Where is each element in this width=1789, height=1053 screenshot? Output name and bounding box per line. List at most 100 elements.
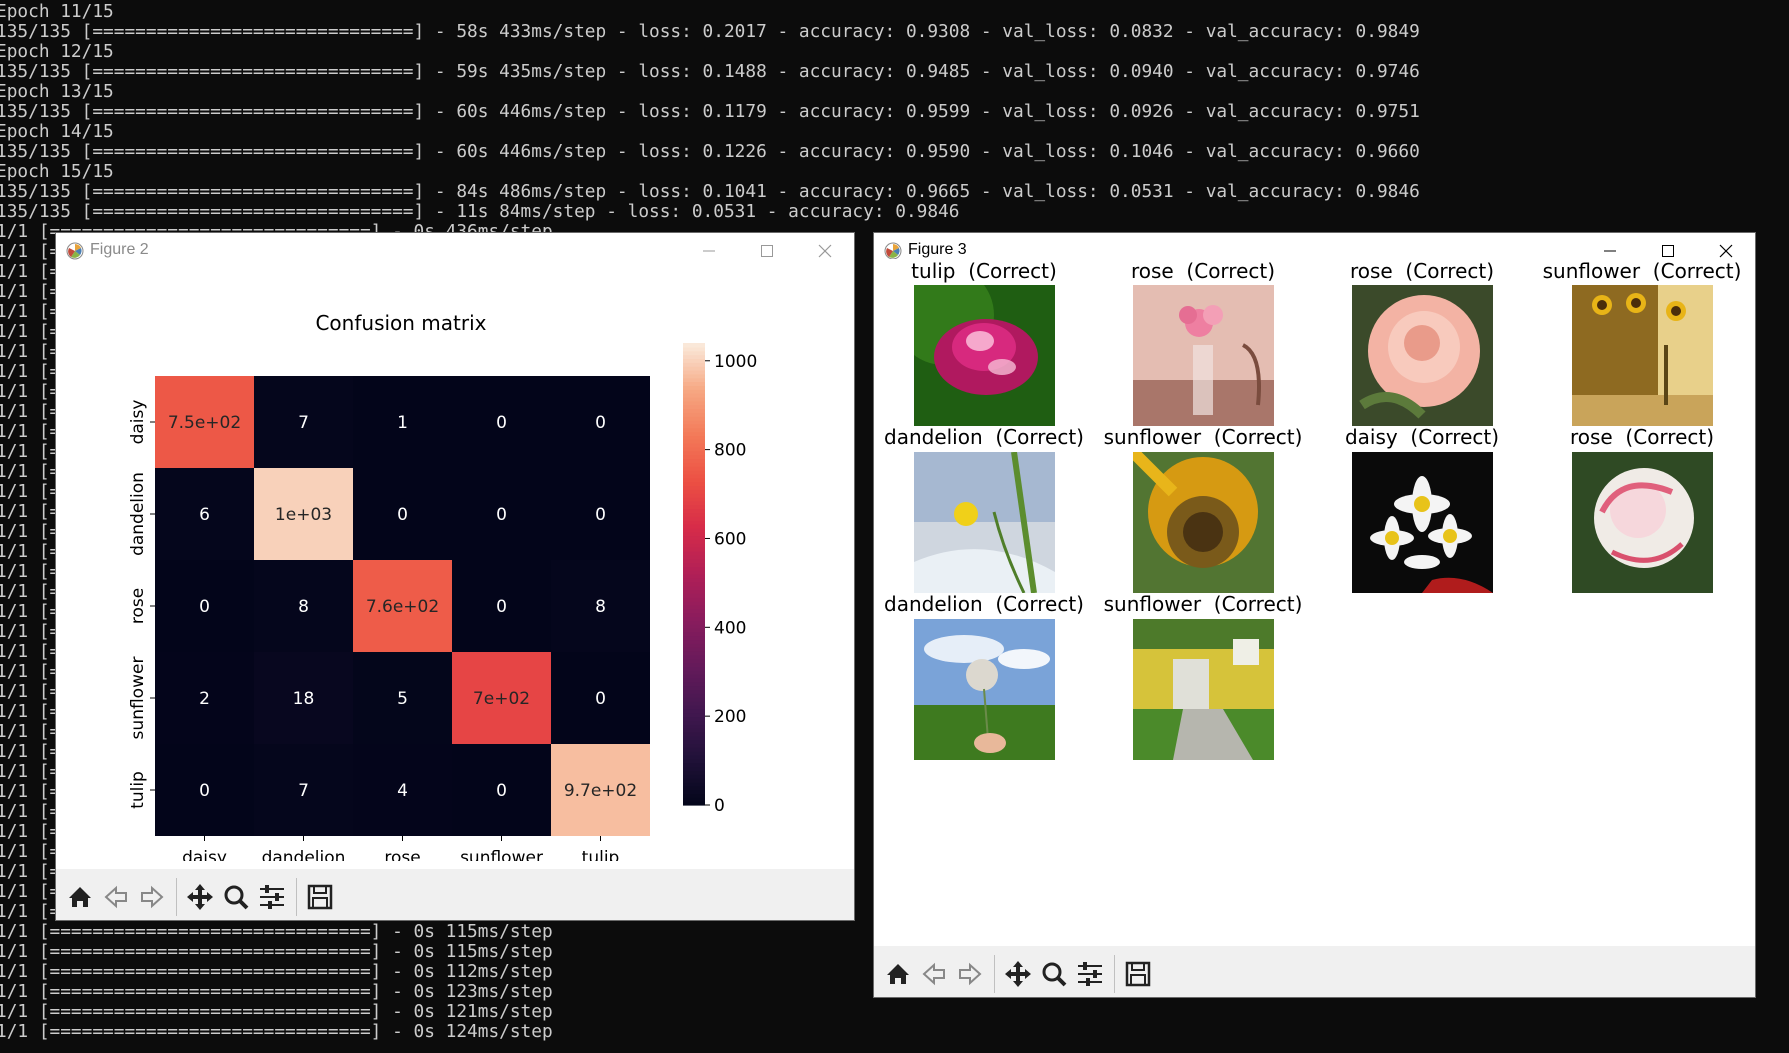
colorbar-segment bbox=[683, 520, 705, 525]
colorbar-segment bbox=[683, 477, 705, 483]
terminal-line: 1/1 [==============================] - 0… bbox=[0, 1021, 553, 1042]
flower-photo-sunflower-window bbox=[1572, 285, 1713, 426]
colorbar-segment bbox=[683, 408, 705, 413]
colorbar-segment bbox=[683, 358, 705, 363]
pan-button[interactable] bbox=[181, 878, 219, 916]
colorbar-segment bbox=[683, 354, 705, 359]
colorbar-segment bbox=[683, 774, 705, 779]
heatmap-cell-label: 0 bbox=[595, 413, 606, 433]
terminal-line: 1/1 [==============================] - 0… bbox=[0, 981, 553, 1002]
save-button[interactable] bbox=[1119, 955, 1157, 993]
terminal-line: 135/135 [==============================]… bbox=[0, 101, 1420, 122]
panel-title: sunflower (Correct) bbox=[1542, 259, 1742, 283]
heatmap-cell-label: 4 bbox=[397, 781, 408, 801]
colorbar-segment bbox=[683, 758, 705, 764]
colorbar-segment bbox=[683, 781, 705, 787]
minimize-button[interactable] bbox=[680, 233, 738, 269]
flower-photo-sunflower-closeup bbox=[1133, 452, 1274, 593]
terminal-line-fragment: 1/1 [= bbox=[0, 321, 61, 342]
terminal-line-fragment: 1/1 [= bbox=[0, 281, 61, 302]
save-button[interactable] bbox=[301, 878, 339, 916]
pan-button[interactable] bbox=[999, 955, 1037, 993]
close-icon bbox=[1719, 244, 1733, 258]
colorbar-segment bbox=[683, 454, 705, 460]
colorbar-segment bbox=[683, 473, 705, 479]
colorbar-segment bbox=[683, 458, 705, 463]
figure-2-window[interactable]: Figure 2 Confusion matrix 7.5e+02 7 1 0 0 6 1e… bbox=[56, 233, 854, 920]
zoom-button[interactable] bbox=[1035, 955, 1073, 993]
figure-3-canvas[interactable]: tulip (Correct) rose (Correct) rose (Corre… bbox=[874, 259, 1755, 939]
home-button[interactable] bbox=[879, 955, 917, 993]
terminal-line-fragment: 1/1 [= bbox=[0, 541, 61, 562]
figure-2-canvas[interactable]: Confusion matrix 7.5e+02 7 1 0 0 6 1e+03 0 0 0 0 8 7… bbox=[56, 269, 854, 861]
colorbar-segment bbox=[683, 462, 705, 467]
back-button[interactable] bbox=[97, 878, 135, 916]
terminal-line: Epoch 14/15 bbox=[0, 121, 114, 142]
colorbar-segment bbox=[683, 543, 705, 548]
configure-subplots-button[interactable] bbox=[253, 878, 291, 916]
colorbar-segment bbox=[683, 751, 705, 756]
colorbar-segment bbox=[683, 443, 705, 448]
back-button[interactable] bbox=[915, 955, 953, 993]
heatmap-cell-label: 0 bbox=[496, 781, 507, 801]
colorbar-segment bbox=[683, 662, 705, 667]
flower-photo-dandelion-seed bbox=[914, 619, 1055, 760]
colorbar-segment bbox=[683, 770, 705, 775]
toolbar-separator bbox=[176, 878, 177, 916]
colorbar-segment bbox=[683, 539, 705, 544]
colorbar-segment bbox=[683, 643, 705, 648]
flower-photo-sunflower-house bbox=[1133, 619, 1274, 760]
maximize-button[interactable] bbox=[738, 233, 796, 269]
colorbar-segment bbox=[683, 585, 705, 590]
matplotlib-icon bbox=[66, 242, 84, 260]
heatmap-cell-label: 0 bbox=[496, 505, 507, 525]
colorbar-segment bbox=[683, 658, 705, 664]
colorbar-segment bbox=[683, 396, 705, 402]
flower-photo-rose-pink bbox=[1352, 285, 1493, 426]
terminal-line-fragment: 1/1 [= bbox=[0, 901, 61, 922]
colorbar-segment bbox=[683, 512, 705, 517]
colorbar-segment bbox=[683, 373, 705, 379]
colorbar-tick-label: 0 bbox=[714, 796, 725, 816]
terminal-line: 135/135 [==============================]… bbox=[0, 21, 1420, 42]
figure-3-window[interactable]: Figure 3 tulip (Correct) rose (Correct) ro… bbox=[874, 233, 1755, 997]
colorbar-segment bbox=[683, 581, 705, 587]
colorbar-segment bbox=[683, 647, 705, 652]
colorbar-segment bbox=[683, 654, 705, 660]
heatmap-cell-label: 0 bbox=[496, 597, 507, 617]
toolbar-separator bbox=[1114, 955, 1115, 993]
terminal-line-fragment: 1/1 [= bbox=[0, 461, 61, 482]
colorbar-segment bbox=[683, 493, 705, 498]
forward-button[interactable] bbox=[133, 878, 171, 916]
figure-2-titlebar[interactable]: Figure 2 bbox=[56, 233, 854, 269]
colorbar-segment bbox=[683, 689, 705, 694]
heatmap-cell-label: 9.7e+02 bbox=[564, 781, 637, 801]
configure-subplots-button[interactable] bbox=[1071, 955, 1109, 993]
colorbar-tick-label: 800 bbox=[714, 441, 746, 461]
terminal-line: 1/1 [==============================] - 0… bbox=[0, 961, 553, 982]
forward-button[interactable] bbox=[951, 955, 989, 993]
home-button[interactable] bbox=[61, 878, 99, 916]
y-tick-label: rose bbox=[128, 588, 148, 624]
colorbar-segment bbox=[683, 504, 705, 510]
colorbar-segment bbox=[683, 635, 705, 641]
colorbar-segment bbox=[683, 485, 705, 490]
colorbar-segment bbox=[683, 612, 705, 617]
terminal-line-fragment: 1/1 [= bbox=[0, 441, 61, 462]
flower-photo-daisy bbox=[1352, 452, 1493, 593]
colorbar-tick-label: 400 bbox=[714, 618, 746, 638]
colorbar-segment bbox=[683, 728, 705, 733]
heatmap-cell-label: 18 bbox=[293, 689, 315, 709]
zoom-button[interactable] bbox=[217, 878, 255, 916]
heatmap-cell-label: 7.5e+02 bbox=[168, 413, 241, 433]
colorbar-segment bbox=[683, 489, 705, 494]
close-button[interactable] bbox=[796, 233, 854, 269]
terminal-line-fragment: 1/1 [= bbox=[0, 781, 61, 802]
heatmap-cell-label: 0 bbox=[397, 505, 408, 525]
panel-title: rose (Correct) bbox=[1569, 425, 1715, 449]
terminal-line-fragment: 1/1 [= bbox=[0, 861, 61, 882]
back-arrow-icon bbox=[922, 962, 945, 986]
colorbar-segment bbox=[683, 697, 705, 702]
colorbar-segment bbox=[683, 470, 705, 475]
colorbar-segment bbox=[683, 547, 705, 552]
